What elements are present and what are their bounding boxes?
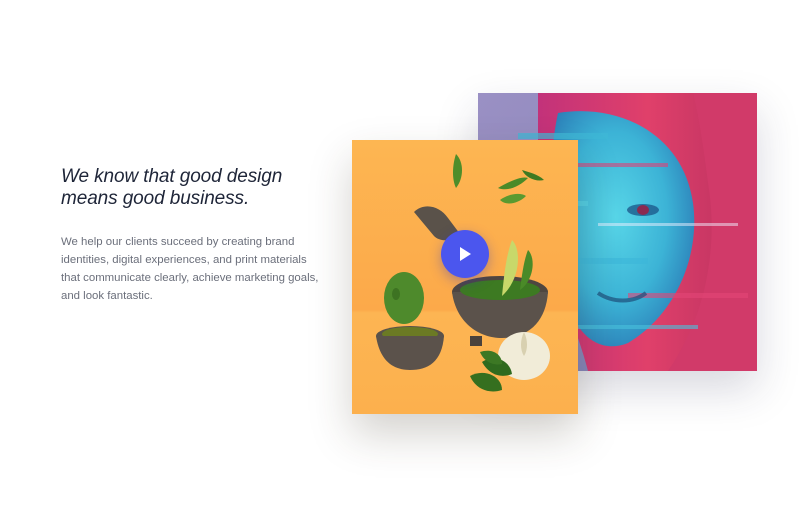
headline: We know that good design means good busi…: [61, 166, 331, 210]
intro-paragraph: We help our clients succeed by creating …: [61, 233, 323, 305]
intro-line-1: We help our clients succeed by creating …: [61, 236, 295, 248]
intro-line-3: that communicate clearly, achieve market…: [61, 272, 319, 284]
intro-line-4: and look fantastic.: [61, 290, 153, 302]
intro-line-2: identities, digital experiences, and pri…: [61, 254, 307, 266]
headline-line-2: means good business.: [61, 188, 250, 209]
play-button[interactable]: [441, 230, 489, 278]
play-icon: [460, 247, 471, 261]
headline-line-1: We know that good design: [61, 166, 283, 187]
page: We know that good design means good busi…: [0, 0, 800, 510]
